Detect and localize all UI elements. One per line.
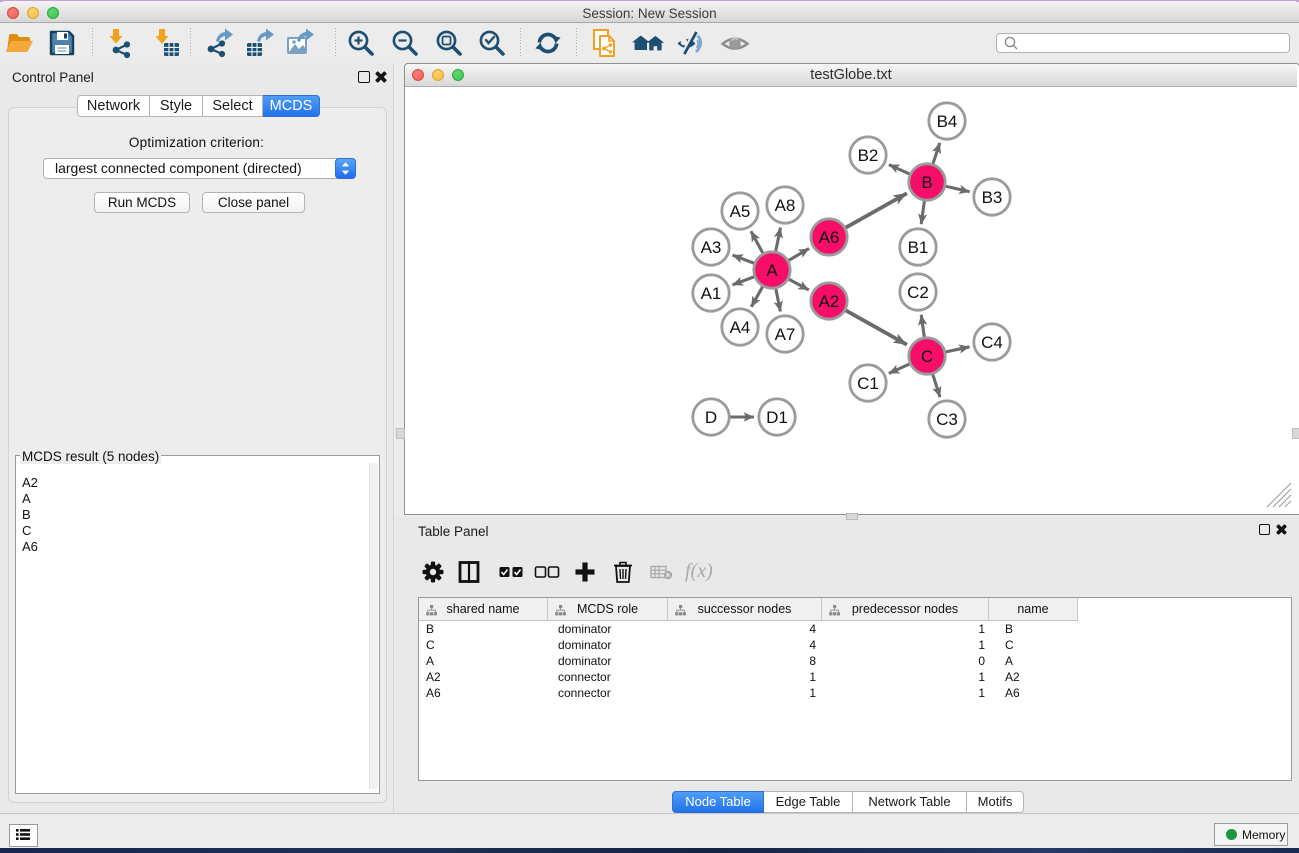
svg-text:C: C — [921, 347, 933, 366]
svg-text:A1: A1 — [701, 284, 722, 303]
svg-text:A: A — [766, 261, 778, 280]
svg-text:A8: A8 — [775, 196, 796, 215]
svg-text:C1: C1 — [857, 374, 879, 393]
svg-text:A6: A6 — [819, 228, 840, 247]
svg-text:B2: B2 — [858, 146, 879, 165]
svg-text:A2: A2 — [819, 292, 840, 311]
svg-text:C2: C2 — [907, 283, 929, 302]
svg-text:B1: B1 — [908, 238, 929, 257]
svg-text:A3: A3 — [701, 238, 722, 257]
svg-text:B4: B4 — [937, 112, 958, 131]
svg-text:C4: C4 — [981, 333, 1003, 352]
svg-text:B: B — [921, 173, 932, 192]
svg-text:D1: D1 — [766, 408, 788, 427]
svg-text:D: D — [705, 408, 717, 427]
svg-text:B3: B3 — [982, 188, 1003, 207]
svg-text:A7: A7 — [775, 325, 796, 344]
svg-text:C3: C3 — [936, 410, 958, 429]
svg-text:A5: A5 — [730, 202, 751, 221]
svg-text:A4: A4 — [730, 318, 751, 337]
